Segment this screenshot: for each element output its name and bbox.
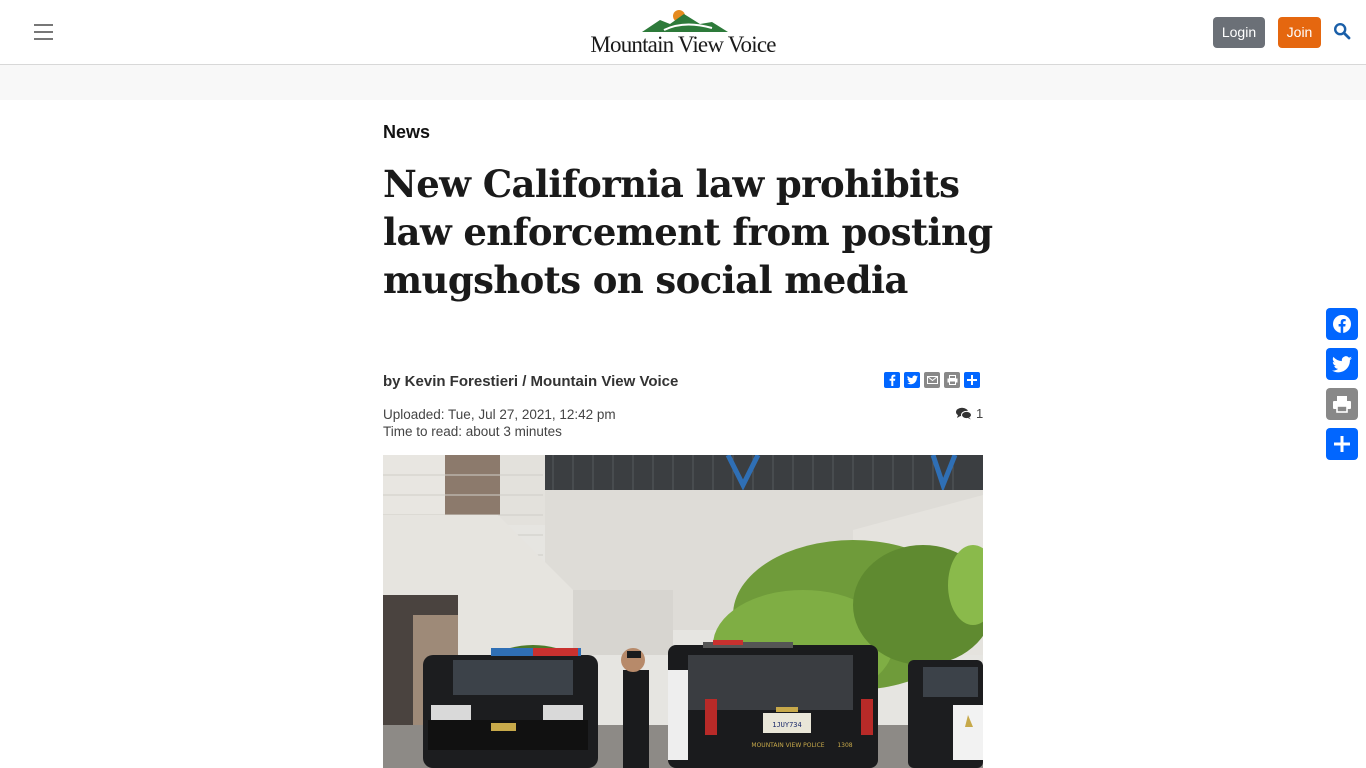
read-time: Time to read: about 3 minutes <box>383 424 562 439</box>
floating-share-bar <box>1326 308 1358 468</box>
license-plate-text: 1JUY734 <box>772 721 802 729</box>
print-icon[interactable] <box>944 372 960 388</box>
article-byline: by Kevin Forestieri / Mountain View Voic… <box>383 373 679 390</box>
upload-date: Uploaded: Tue, Jul 27, 2021, 12:42 pm <box>383 407 616 422</box>
comments-icon <box>956 407 972 420</box>
print-icon[interactable] <box>1326 388 1358 420</box>
article-headline: New California law prohibits law enforce… <box>383 162 993 302</box>
article-meta: Uploaded: Tue, Jul 27, 2021, 12:42 pm Ti… <box>383 406 616 440</box>
site-logo[interactable]: Mountain View Voice <box>572 6 794 58</box>
comment-count-link[interactable]: 1 <box>956 406 983 421</box>
twitter-icon[interactable] <box>904 372 920 388</box>
share-icon[interactable] <box>1326 428 1358 460</box>
email-icon[interactable] <box>924 372 940 388</box>
vehicle-unit-number: 1308 <box>837 742 852 749</box>
join-button[interactable]: Join <box>1278 17 1321 48</box>
ad-banner-area <box>0 65 1366 100</box>
site-header: Mountain View Voice Login Join <box>0 0 1366 65</box>
vehicle-tailgate-text: MOUNTAIN VIEW POLICE <box>751 742 824 749</box>
article-photo[interactable]: 1JUY734 MOUNTAIN VIEW POLICE 1308 <box>383 455 983 768</box>
site-logo-text: Mountain View Voice <box>590 32 776 57</box>
twitter-icon[interactable] <box>1326 348 1358 380</box>
comment-count: 1 <box>976 406 984 421</box>
facebook-icon[interactable] <box>1326 308 1358 340</box>
menu-icon[interactable] <box>34 24 54 40</box>
login-button[interactable]: Login <box>1213 17 1265 48</box>
share-icon[interactable] <box>964 372 980 388</box>
facebook-icon[interactable] <box>884 372 900 388</box>
police-vehicles-photo: 1JUY734 MOUNTAIN VIEW POLICE 1308 <box>383 455 983 768</box>
search-icon[interactable] <box>1333 22 1351 40</box>
section-label[interactable]: News <box>383 122 430 143</box>
inline-share-bar <box>884 372 980 388</box>
